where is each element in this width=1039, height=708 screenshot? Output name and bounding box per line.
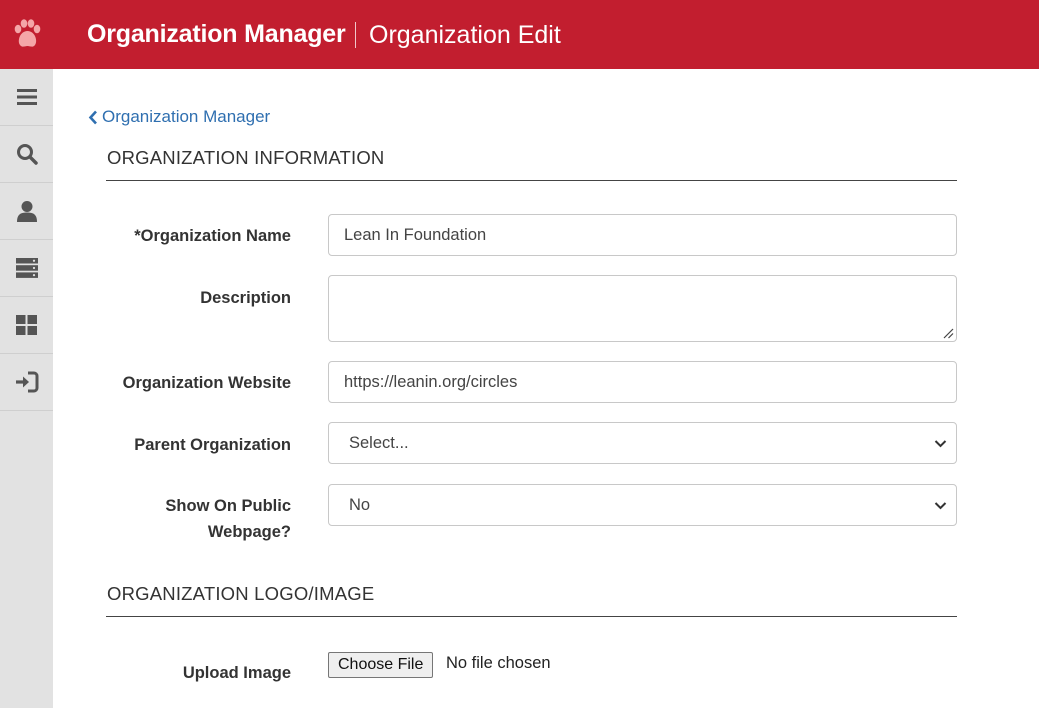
paw-icon[interactable] (0, 0, 53, 69)
show-public-value: No (349, 495, 371, 514)
upload-image-label: Upload Image (182, 664, 291, 682)
page-title: Organization Edit (369, 21, 561, 49)
section-divider (106, 616, 957, 617)
description-label: Description (200, 289, 291, 307)
chevron-down-icon (934, 440, 947, 448)
description-textarea[interactable] (328, 275, 957, 342)
search-icon (16, 144, 38, 165)
server-icon (15, 258, 38, 278)
title-divider (355, 22, 356, 48)
sidebar-item-sign-in[interactable] (0, 354, 53, 411)
sidebar-item-search[interactable] (0, 126, 53, 183)
parent-organization-select[interactable]: Select... (328, 422, 957, 464)
sidebar-item-user[interactable] (0, 183, 53, 240)
menu-icon (16, 89, 37, 105)
sidebar-item-dashboard[interactable] (0, 297, 53, 354)
app-title: Organization Manager (87, 20, 346, 48)
show-public-select[interactable]: No (328, 484, 957, 526)
file-status-text: No file chosen (446, 654, 551, 672)
chevron-down-icon (934, 502, 947, 510)
top-bar: Organization Manager Organization Edit (0, 0, 1039, 69)
back-link-label: Organization Manager (102, 107, 271, 126)
user-icon (16, 201, 37, 222)
show-public-label: Show On Public Webpage? (165, 493, 291, 545)
dashboard-icon (16, 315, 37, 335)
organization-name-input[interactable] (328, 214, 957, 256)
chevron-left-icon (88, 110, 97, 124)
sidebar-item-menu[interactable] (0, 69, 53, 126)
organization-website-input[interactable] (328, 361, 957, 403)
organization-name-label: *Organization Name (134, 227, 291, 245)
back-link[interactable]: Organization Manager (88, 107, 270, 127)
section-heading-info: ORGANIZATION INFORMATION (107, 147, 385, 168)
sign-in-icon (15, 371, 38, 393)
organization-website-label: Organization Website (122, 374, 291, 392)
parent-organization-value: Select... (349, 433, 409, 452)
show-public-label-line1: Show On Public (165, 497, 291, 515)
parent-organization-label: Parent Organization (134, 436, 291, 454)
sidebar (0, 69, 53, 708)
sidebar-item-server[interactable] (0, 240, 53, 297)
choose-file-button[interactable]: Choose File (328, 652, 434, 678)
show-public-label-line2: Webpage? (207, 523, 291, 541)
resize-grip-icon[interactable] (942, 327, 954, 339)
section-heading-logo: ORGANIZATION LOGO/IMAGE (107, 583, 375, 604)
section-divider (106, 180, 957, 181)
